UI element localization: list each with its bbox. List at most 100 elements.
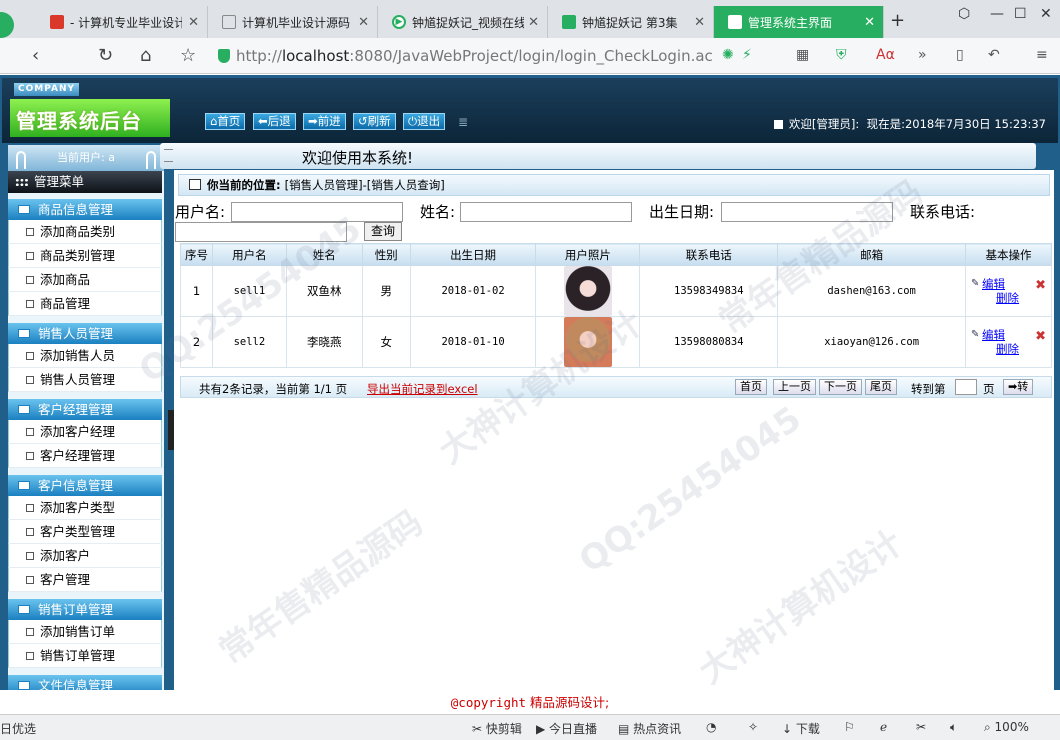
address-bar[interactable]: http://localhost:8080/JavaWebProject/log…	[218, 44, 738, 68]
hot-news-button[interactable]: ▤ 热点资讯	[618, 720, 681, 737]
status-square-icon	[773, 119, 783, 129]
go-button[interactable]: ➡转	[1003, 379, 1034, 395]
cell-photo	[535, 316, 641, 368]
volume-icon[interactable]: 🔈︎	[950, 720, 957, 735]
menu-item-category-manage[interactable]: 商品类别管理	[8, 244, 162, 268]
query-button[interactable]: 查询	[364, 222, 403, 241]
window-close-icon[interactable]: ✕	[1040, 6, 1052, 22]
copyright-footer: @copyright 精品源码设计;	[0, 690, 1060, 714]
browser-logo	[0, 12, 14, 38]
last-page-button[interactable]: 尾页	[865, 379, 897, 395]
close-tab-icon[interactable]: ✕	[358, 15, 369, 30]
ie-icon[interactable]: ℯ	[880, 720, 887, 734]
phone-input[interactable]	[175, 222, 347, 242]
goto-page-input[interactable]	[955, 379, 977, 395]
item-icon	[26, 252, 34, 260]
browser-tab-1[interactable]: - 计算机专业毕业设计 ✕	[36, 6, 208, 38]
reader-mode-icon[interactable]: ▯	[956, 47, 964, 63]
section-header-sales-order[interactable]: 销售订单管理	[8, 599, 162, 620]
now-label: 现在是:	[866, 117, 905, 131]
menu-item-add-product[interactable]: 添加商品	[8, 268, 162, 292]
prev-page-button[interactable]: 上一页	[773, 379, 816, 395]
close-tab-icon[interactable]: ✕	[694, 15, 705, 30]
menu-item-add-sales-staff[interactable]: 添加销售人员	[8, 344, 162, 368]
skin-icon[interactable]: ⬡	[958, 6, 970, 22]
clean-icon[interactable]: ✧	[748, 720, 758, 734]
export-excel-link[interactable]: 导出当前记录到excel	[367, 381, 478, 397]
live-button[interactable]: ▶ 今日直播	[536, 720, 597, 737]
menu-item-sales-staff-manage[interactable]: 销售人员管理	[8, 368, 162, 392]
download-button[interactable]: ↓ 下载	[782, 720, 820, 737]
first-page-button[interactable]: 首页	[735, 379, 767, 395]
home-button[interactable]: ⌂首页	[205, 113, 246, 130]
screenshot-icon[interactable]: ✂	[916, 720, 926, 734]
item-icon	[26, 528, 34, 536]
flag-icon[interactable]: ⚐	[844, 720, 855, 734]
refresh-speed-icon[interactable]: ✺	[722, 47, 734, 63]
menu-item-add-customer[interactable]: 添加客户	[8, 544, 162, 568]
menu-item-product-manage[interactable]: 商品管理	[8, 292, 162, 316]
shield-extension-icon[interactable]: ⛨	[836, 47, 847, 63]
menu-item-customer-manage[interactable]: 客户管理	[8, 568, 162, 592]
delete-link[interactable]: 删除	[974, 342, 1051, 356]
birth-label: 出生日期:	[649, 203, 715, 221]
delete-link[interactable]: 删除	[974, 291, 1051, 305]
maximize-icon[interactable]: ☐	[1014, 6, 1027, 22]
section-customer: 客户信息管理 添加客户类型 客户类型管理 添加客户 客户管理	[8, 475, 162, 592]
speed-icon[interactable]: ◔	[706, 720, 716, 734]
bookmark-star-icon[interactable]: ☆	[180, 45, 196, 66]
close-tab-icon[interactable]: ✕	[528, 15, 539, 30]
lightning-icon[interactable]: ⚡	[742, 47, 752, 63]
menu-item-add-sales-order[interactable]: 添加销售订单	[8, 620, 162, 644]
reload-icon[interactable]: ↻	[98, 45, 113, 66]
home-icon[interactable]: ⌂	[140, 45, 151, 66]
tab-play-icon: ▶	[392, 15, 406, 29]
quick-edit-button[interactable]: ✂ 快剪辑	[472, 720, 522, 737]
browser-tab-4[interactable]: 钟馗捉妖记 第3集 ✕	[548, 6, 714, 38]
next-page-button[interactable]: 下一页	[819, 379, 862, 395]
browser-tab-3[interactable]: ▶ 钟馗捉妖记_视频在线 ✕	[378, 6, 548, 38]
menu-item-add-account-manager[interactable]: 添加客户经理	[8, 420, 162, 444]
url-path: :8080/JavaWebProject/login/login_CheckLo…	[349, 47, 713, 65]
close-tab-icon[interactable]: ✕	[188, 15, 199, 30]
back-button[interactable]: ⬅后退	[253, 113, 296, 130]
refresh-button[interactable]: ↺刷新	[353, 113, 396, 130]
welcome-text: 欢迎使用本系统!	[302, 149, 414, 167]
browser-tab-bar: - 计算机专业毕业设计 ✕ 计算机毕业设计源码 ✕ ▶ 钟馗捉妖记_视频在线 ✕…	[0, 0, 1060, 38]
browser-tab-2[interactable]: 计算机毕业设计源码 ✕	[208, 6, 378, 38]
section-header-customer[interactable]: 客户信息管理	[8, 475, 162, 496]
table-row: 2 sell2 李晓燕 女 2018-01-10 13598080834 xia…	[180, 316, 1052, 368]
username-input[interactable]	[231, 202, 403, 222]
tab-video-icon	[562, 15, 576, 29]
section-header-account-manager[interactable]: 客户经理管理	[8, 399, 162, 420]
undo-icon[interactable]: ↶	[988, 47, 1000, 63]
item-icon	[26, 428, 34, 436]
item-icon	[26, 376, 34, 384]
section-header-product[interactable]: 商品信息管理	[8, 199, 162, 220]
close-tab-icon[interactable]: ✕	[864, 15, 875, 30]
name-input[interactable]	[460, 202, 632, 222]
minimize-icon[interactable]: —	[990, 6, 1004, 22]
tab-title: - 计算机专业毕业设计	[70, 15, 182, 30]
logout-button[interactable]: ⏻退出	[403, 113, 446, 130]
menu-item-customer-type-manage[interactable]: 客户类型管理	[8, 520, 162, 544]
more-arrows-icon[interactable]: »	[918, 47, 927, 63]
zoom-level[interactable]: ⌕ 100%	[984, 720, 1029, 735]
section-header-sales-staff[interactable]: 销售人员管理	[8, 323, 162, 344]
forward-button[interactable]: ➡前进	[303, 113, 346, 130]
new-tab-button[interactable]: +	[890, 10, 905, 31]
delete-x-icon[interactable]: ✖	[1035, 329, 1046, 344]
extensions-icon[interactable]: ▦	[796, 47, 809, 63]
birth-input[interactable]	[721, 202, 893, 222]
translate-icon[interactable]: Aα	[876, 47, 895, 63]
menu-item-add-customer-type[interactable]: 添加客户类型	[8, 496, 162, 520]
tab-title: 钟馗捉妖记_视频在线	[412, 15, 524, 30]
delete-x-icon[interactable]: ✖	[1035, 278, 1046, 293]
browser-tab-5-active[interactable]: 管理系统主界面 ✕	[714, 6, 884, 38]
back-icon[interactable]: ‹	[32, 45, 39, 66]
menu-item-sales-order-manage[interactable]: 销售订单管理	[8, 644, 162, 668]
section-header-file[interactable]: 文件信息管理	[8, 675, 162, 690]
menu-icon[interactable]: ≡	[1036, 47, 1048, 63]
menu-item-add-category[interactable]: 添加商品类别	[8, 220, 162, 244]
menu-item-account-manager-manage[interactable]: 客户经理管理	[8, 444, 162, 468]
